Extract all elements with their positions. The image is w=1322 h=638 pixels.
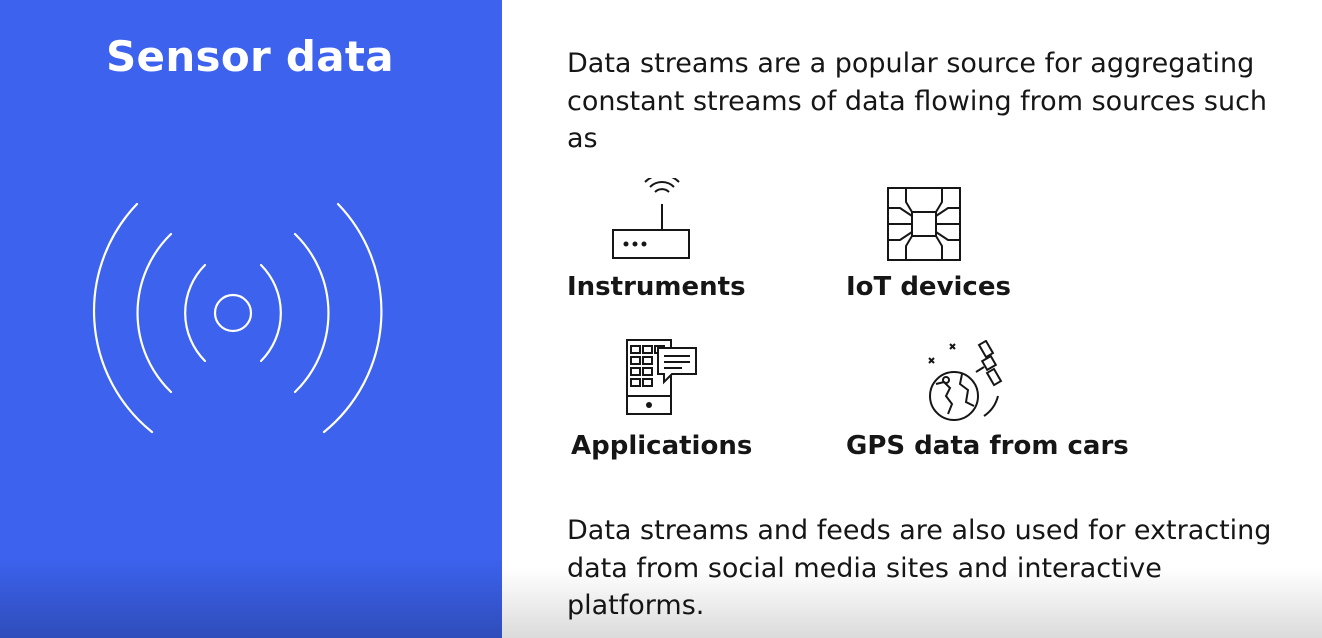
panel-title: Sensor data xyxy=(106,32,394,81)
source-label: Applications xyxy=(571,431,753,461)
chip-icon xyxy=(887,187,961,261)
mobile-app-icon xyxy=(626,339,697,415)
panel-shade xyxy=(0,558,502,638)
left-panel: Sensor data xyxy=(0,0,502,638)
sensor-signal-icon xyxy=(93,202,383,434)
source-label: GPS data from cars xyxy=(846,431,1129,461)
router-icon xyxy=(612,178,690,259)
intro-paragraph: Data streams are a popular source for ag… xyxy=(567,48,1268,154)
right-panel: Data streams are a popular source for ag… xyxy=(502,0,1322,638)
source-label: IoT devices xyxy=(846,272,1011,302)
source-label: Instruments xyxy=(567,272,746,302)
satellite-globe-icon xyxy=(928,340,1003,421)
panel-shade xyxy=(502,568,1322,638)
